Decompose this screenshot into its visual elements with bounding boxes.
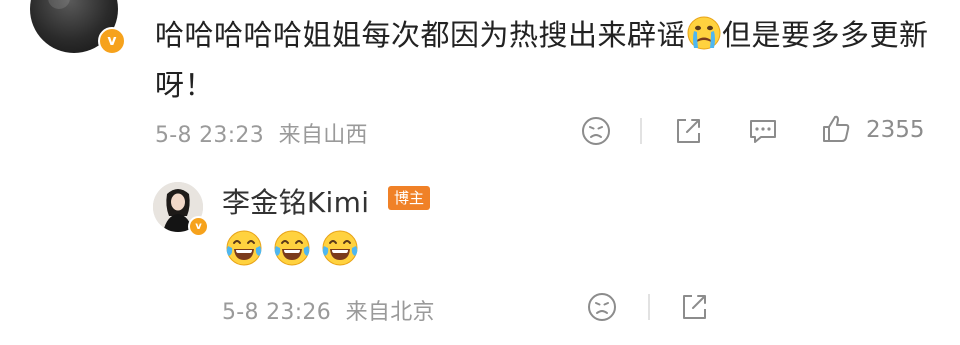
- laughing-crying-icon: [322, 230, 358, 266]
- reply-username[interactable]: 李金铭Kimi: [222, 181, 369, 221]
- crying-face-icon: [687, 16, 721, 50]
- comment-meta: 5-8 23:23 来自山西: [155, 117, 368, 149]
- reply-share-icon[interactable]: [679, 292, 709, 322]
- share-icon[interactable]: [673, 116, 703, 146]
- comment-text: 哈哈哈哈哈姐姐每次都因为热搜出来辟谣 但是要多多更新呀！: [155, 10, 945, 110]
- commenter-avatar[interactable]: v: [30, 0, 126, 55]
- reply-time: 5-8 23:26: [222, 300, 332, 325]
- reply-content: [224, 228, 368, 270]
- comment-icon[interactable]: [747, 116, 779, 146]
- reply-location: 来自北京: [345, 300, 435, 325]
- laughing-crying-icon: [226, 230, 262, 266]
- comment-text-part1: 哈哈哈哈哈姐姐每次都因为热搜出来辟谣: [155, 18, 687, 52]
- reply-dislike-face-icon[interactable]: [587, 292, 617, 322]
- avatar-highlight: [48, 0, 70, 9]
- reply-meta: 5-8 23:26 来自北京: [222, 294, 435, 326]
- like-count: 2355: [866, 117, 925, 143]
- blogger-badge: 博主: [388, 186, 431, 210]
- reply-verified-badge-icon: v: [188, 216, 209, 237]
- comment-time: 5-8 23:23: [155, 123, 265, 148]
- comment-thread: v 哈哈哈哈哈姐姐每次都因为热搜出来辟谣 但是要多多更新呀！ 5-8 23:23…: [0, 0, 960, 345]
- dislike-face-icon[interactable]: [581, 116, 611, 146]
- reply-action-divider: [648, 294, 650, 320]
- like-thumb-icon[interactable]: [820, 113, 852, 145]
- action-divider: [640, 118, 642, 144]
- comment-location: 来自山西: [278, 123, 368, 148]
- laughing-crying-icon: [274, 230, 310, 266]
- verified-badge-icon: v: [98, 27, 126, 55]
